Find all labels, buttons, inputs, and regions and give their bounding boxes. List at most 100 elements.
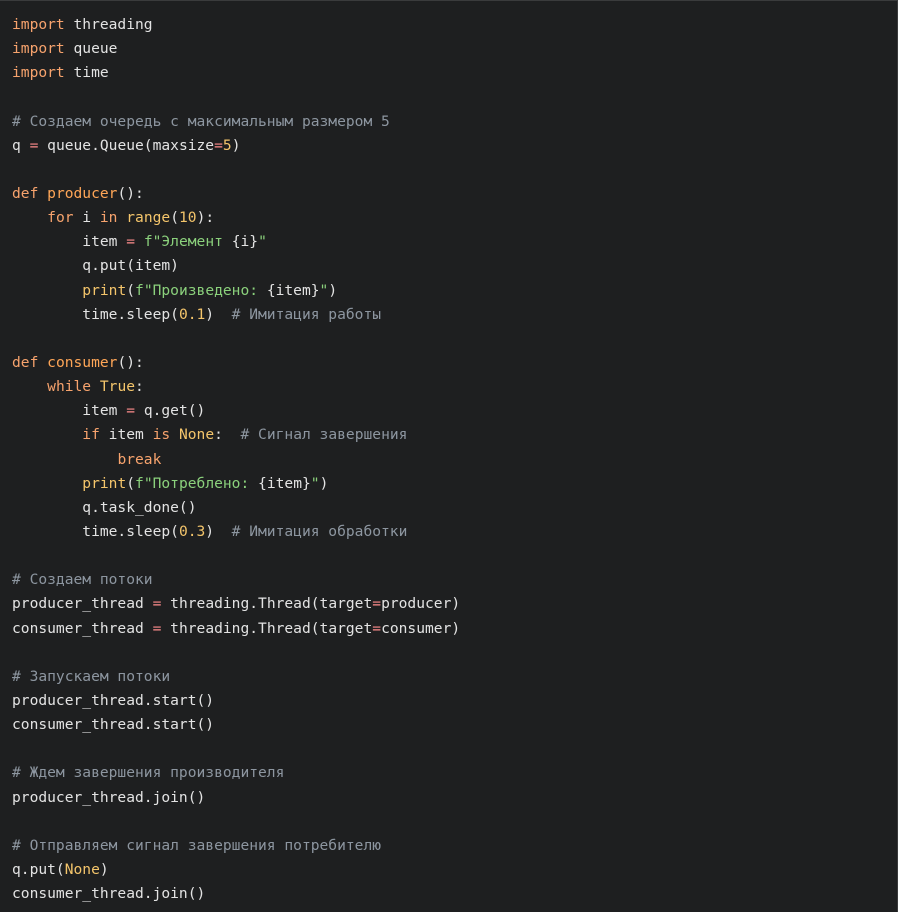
code-token: range [126, 209, 171, 227]
code-token: in [99, 209, 118, 227]
code-token: producer_thread.start() [12, 691, 215, 709]
code-token: import [12, 40, 65, 58]
code-line: item = q.get() [12, 399, 460, 423]
code-token: threading.Thread(target [161, 595, 373, 613]
code-token: print [82, 474, 127, 492]
code-token: consumer [47, 353, 118, 371]
code-token: None [178, 426, 215, 444]
code-token: # Отправляем сигнал завершения потребите… [12, 836, 382, 854]
code-token: f"Произведено: [135, 281, 267, 299]
code-token: (): [117, 353, 144, 371]
code-token: producer_thread [12, 595, 153, 613]
code-token: # Создаем потоки [12, 571, 153, 589]
code-token: item [99, 426, 153, 444]
code-token: : [135, 378, 144, 396]
code-token: = [372, 619, 382, 637]
code-token: f"Элемент [143, 233, 232, 251]
code-token: for [47, 209, 74, 227]
code-token: ) [205, 522, 232, 540]
code-token: 10 [178, 209, 197, 227]
code-token: queue [64, 40, 118, 58]
code-line: import time [12, 61, 460, 85]
code-token: {item} [258, 474, 311, 492]
code-token: producer_thread.join() [12, 788, 206, 806]
code-line: while True: [12, 375, 460, 399]
python-code: import threading import queue import time … [12, 13, 460, 906]
code-token: producer [47, 184, 118, 202]
code-token: # Запускаем потоки [12, 667, 171, 685]
code-line: for i in range(10): [12, 206, 460, 230]
code-line: consumer_thread = threading.Thread(targe… [12, 617, 460, 641]
code-token: ) [231, 136, 241, 154]
code-line: time.sleep(0.1) # Имитация работы [12, 303, 460, 327]
code-line: q.put(None) [12, 858, 460, 882]
code-token: item [12, 233, 127, 251]
code-token: i [73, 209, 100, 227]
code-token: # Создаем очередь с максимальным размеро… [12, 112, 390, 130]
code-token: while [47, 378, 92, 396]
code-token: = [126, 402, 136, 420]
code-line: q.task_done() [12, 496, 460, 520]
code-line: consumer_thread.start() [12, 713, 460, 737]
code-line: producer_thread.start() [12, 689, 460, 713]
code-token: " [310, 474, 320, 492]
code-token: if [82, 426, 100, 444]
code-token: 5 [222, 136, 232, 154]
code-line: import threading [12, 13, 460, 37]
code-token: # Ждем завершения производителя [12, 764, 285, 782]
code-block: import threading import queue import time … [0, 0, 898, 912]
code-token: import [12, 64, 65, 82]
code-token: consumer_thread.join() [12, 885, 206, 903]
code-token: None [64, 860, 100, 878]
code-line: def consumer(): [12, 351, 460, 375]
code-token: item [12, 402, 127, 420]
code-token: = [126, 233, 136, 251]
code-token: ( [126, 281, 136, 299]
code-token: consumer_thread [12, 619, 153, 637]
code-line: import queue [12, 37, 460, 61]
code-token: True [99, 378, 136, 396]
code-line: break [12, 448, 460, 472]
code-token: q.get() [135, 402, 206, 420]
code-line: q = queue.Queue(maxsize=5) [12, 134, 460, 158]
code-token: 0.3 [178, 522, 206, 540]
code-token: ) [99, 860, 109, 878]
code-token: ) [328, 281, 338, 299]
code-token: q.put( [12, 860, 65, 878]
code-token: time.sleep( [12, 305, 179, 323]
code-token: q [12, 136, 30, 154]
code-token: break [117, 450, 162, 468]
code-token: (): [117, 184, 144, 202]
code-token: threading.Thread(target [161, 619, 373, 637]
code-token: 0.1 [178, 305, 206, 323]
code-token: ( [170, 209, 179, 227]
code-token: is [152, 426, 171, 444]
code-token: time [64, 64, 109, 82]
code-token: producer) [381, 595, 461, 613]
code-line: print(f"Потреблено: {item}") [12, 472, 460, 496]
code-token: = [214, 136, 223, 154]
code-token: {item} [266, 281, 320, 299]
code-line: consumer_thread.join() [12, 882, 460, 906]
code-line: producer_thread.join() [12, 786, 460, 810]
code-token: print [82, 281, 127, 299]
code-line: producer_thread = threading.Thread(targe… [12, 592, 460, 616]
code-token: ) [319, 474, 329, 492]
code-token: def [12, 184, 39, 202]
code-token: = [372, 595, 382, 613]
code-line: def producer(): [12, 182, 460, 206]
code-line: # Создаем потоки [12, 568, 460, 592]
